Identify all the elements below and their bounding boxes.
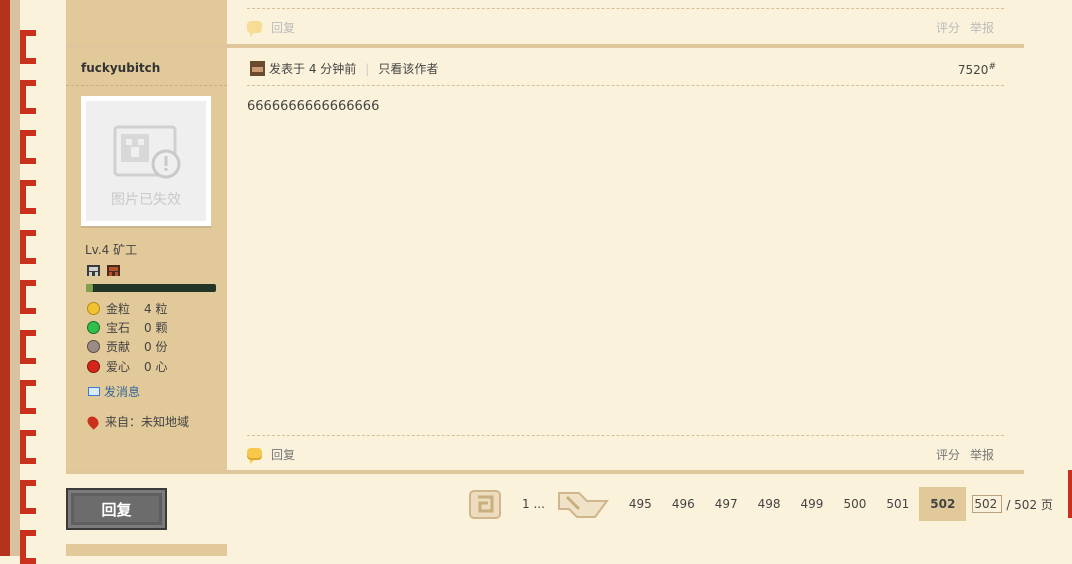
current-page: 502 bbox=[919, 487, 967, 521]
post-actions: 回复 bbox=[247, 445, 295, 464]
stat-value: 4 粒 bbox=[144, 302, 168, 316]
stat-label: 爱心 bbox=[106, 360, 131, 374]
previous-page-icon[interactable] bbox=[468, 487, 502, 521]
send-message-label: 发消息 bbox=[104, 385, 141, 399]
helmet-badge-icon[interactable] bbox=[86, 263, 101, 277]
post-divider bbox=[247, 8, 1004, 9]
post-separator bbox=[66, 44, 1024, 48]
reply-button[interactable]: 回复 bbox=[66, 488, 167, 530]
previous-post-actions: 回复 bbox=[247, 18, 295, 37]
sidebar-divider bbox=[66, 85, 227, 86]
rate-link[interactable]: 评分 bbox=[936, 446, 960, 463]
stat-label: 金粒 bbox=[106, 302, 131, 316]
location-pin-icon bbox=[85, 413, 101, 430]
post-meta: 发表于 4 分钟前 | 只看该作者 bbox=[250, 60, 438, 77]
broken-image-icon bbox=[113, 125, 181, 179]
gold-nugget-icon bbox=[87, 302, 100, 315]
report-link[interactable]: 举报 bbox=[970, 19, 994, 36]
floor-number[interactable]: 7520# bbox=[958, 62, 996, 77]
total-pages: / 502 页 bbox=[1006, 497, 1053, 512]
page-link[interactable]: 500 bbox=[833, 497, 876, 511]
previous-post-right-links: 评分 举报 bbox=[936, 19, 994, 36]
right-edge-decoration bbox=[1068, 470, 1072, 518]
page-link[interactable]: 495 bbox=[619, 497, 662, 511]
reply-bubble-icon bbox=[247, 21, 262, 37]
report-link[interactable]: 举报 bbox=[970, 446, 994, 463]
stat-value: 0 颗 bbox=[144, 321, 168, 335]
experience-bar-fill bbox=[86, 284, 93, 292]
avatar[interactable]: 图片已失效 bbox=[81, 96, 211, 226]
stat-gold: 金粒 4 粒 bbox=[87, 300, 167, 317]
post-right-links: 评分 举报 bbox=[936, 446, 994, 463]
page-link[interactable]: 498 bbox=[748, 497, 791, 511]
floor-number-value: 7520 bbox=[957, 63, 989, 77]
author-name[interactable]: fuckyubitch bbox=[81, 61, 160, 75]
reply-bubble-icon bbox=[247, 448, 262, 464]
stat-contribution: 贡献 0 份 bbox=[87, 338, 167, 355]
contribution-icon bbox=[87, 340, 100, 353]
post-footer-divider bbox=[247, 435, 1004, 436]
next-author-sidebar bbox=[66, 544, 227, 556]
post-separator bbox=[66, 470, 1024, 474]
post-header-divider bbox=[247, 85, 1004, 86]
leather-helmet-badge-icon[interactable] bbox=[106, 263, 121, 277]
left-decorative-border bbox=[0, 0, 48, 564]
reply-link[interactable]: 回复 bbox=[271, 19, 295, 36]
avatar-placeholder-text: 图片已失效 bbox=[111, 192, 181, 208]
stat-love: 爱心 0 心 bbox=[87, 358, 167, 375]
meta-divider: | bbox=[365, 61, 370, 76]
stat-label: 宝石 bbox=[106, 321, 131, 335]
stat-gem: 宝石 0 颗 bbox=[87, 319, 167, 336]
page-link[interactable]: 497 bbox=[705, 497, 748, 511]
stat-value: 0 份 bbox=[144, 340, 168, 354]
emerald-icon bbox=[87, 321, 100, 334]
medal-badges bbox=[86, 263, 121, 277]
reply-link[interactable]: 回复 bbox=[271, 446, 295, 463]
post-time: 发表于 4 分钟前 bbox=[269, 62, 357, 76]
stat-value: 0 心 bbox=[144, 360, 168, 374]
steve-face-icon bbox=[250, 61, 265, 76]
apple-heart-icon bbox=[87, 360, 100, 373]
page-link[interactable]: 501 bbox=[876, 497, 919, 511]
send-message-link[interactable]: 发消息 bbox=[88, 383, 140, 400]
page-first[interactable]: 1 ... bbox=[512, 497, 555, 511]
page-link[interactable]: 499 bbox=[791, 497, 834, 511]
post-message: 6666666666666666 bbox=[247, 99, 380, 114]
user-location: 来自：未知地域 bbox=[85, 413, 190, 430]
floor-mark: # bbox=[988, 62, 996, 72]
stat-label: 贡献 bbox=[106, 340, 131, 354]
user-level: Lv.4 矿工 bbox=[85, 243, 138, 257]
location-label: 来自：未知地域 bbox=[105, 415, 190, 429]
back-arrow-icon[interactable] bbox=[555, 487, 611, 521]
mail-icon bbox=[88, 387, 100, 396]
rate-link[interactable]: 评分 bbox=[936, 19, 960, 36]
page-link[interactable]: 496 bbox=[662, 497, 705, 511]
only-author-link[interactable]: 只看该作者 bbox=[378, 60, 438, 77]
experience-bar bbox=[86, 284, 216, 292]
page-jump-input[interactable] bbox=[972, 495, 1003, 513]
pagination: 1 ... 495 496 497 498 499 500 501 502 / … bbox=[468, 486, 1053, 522]
